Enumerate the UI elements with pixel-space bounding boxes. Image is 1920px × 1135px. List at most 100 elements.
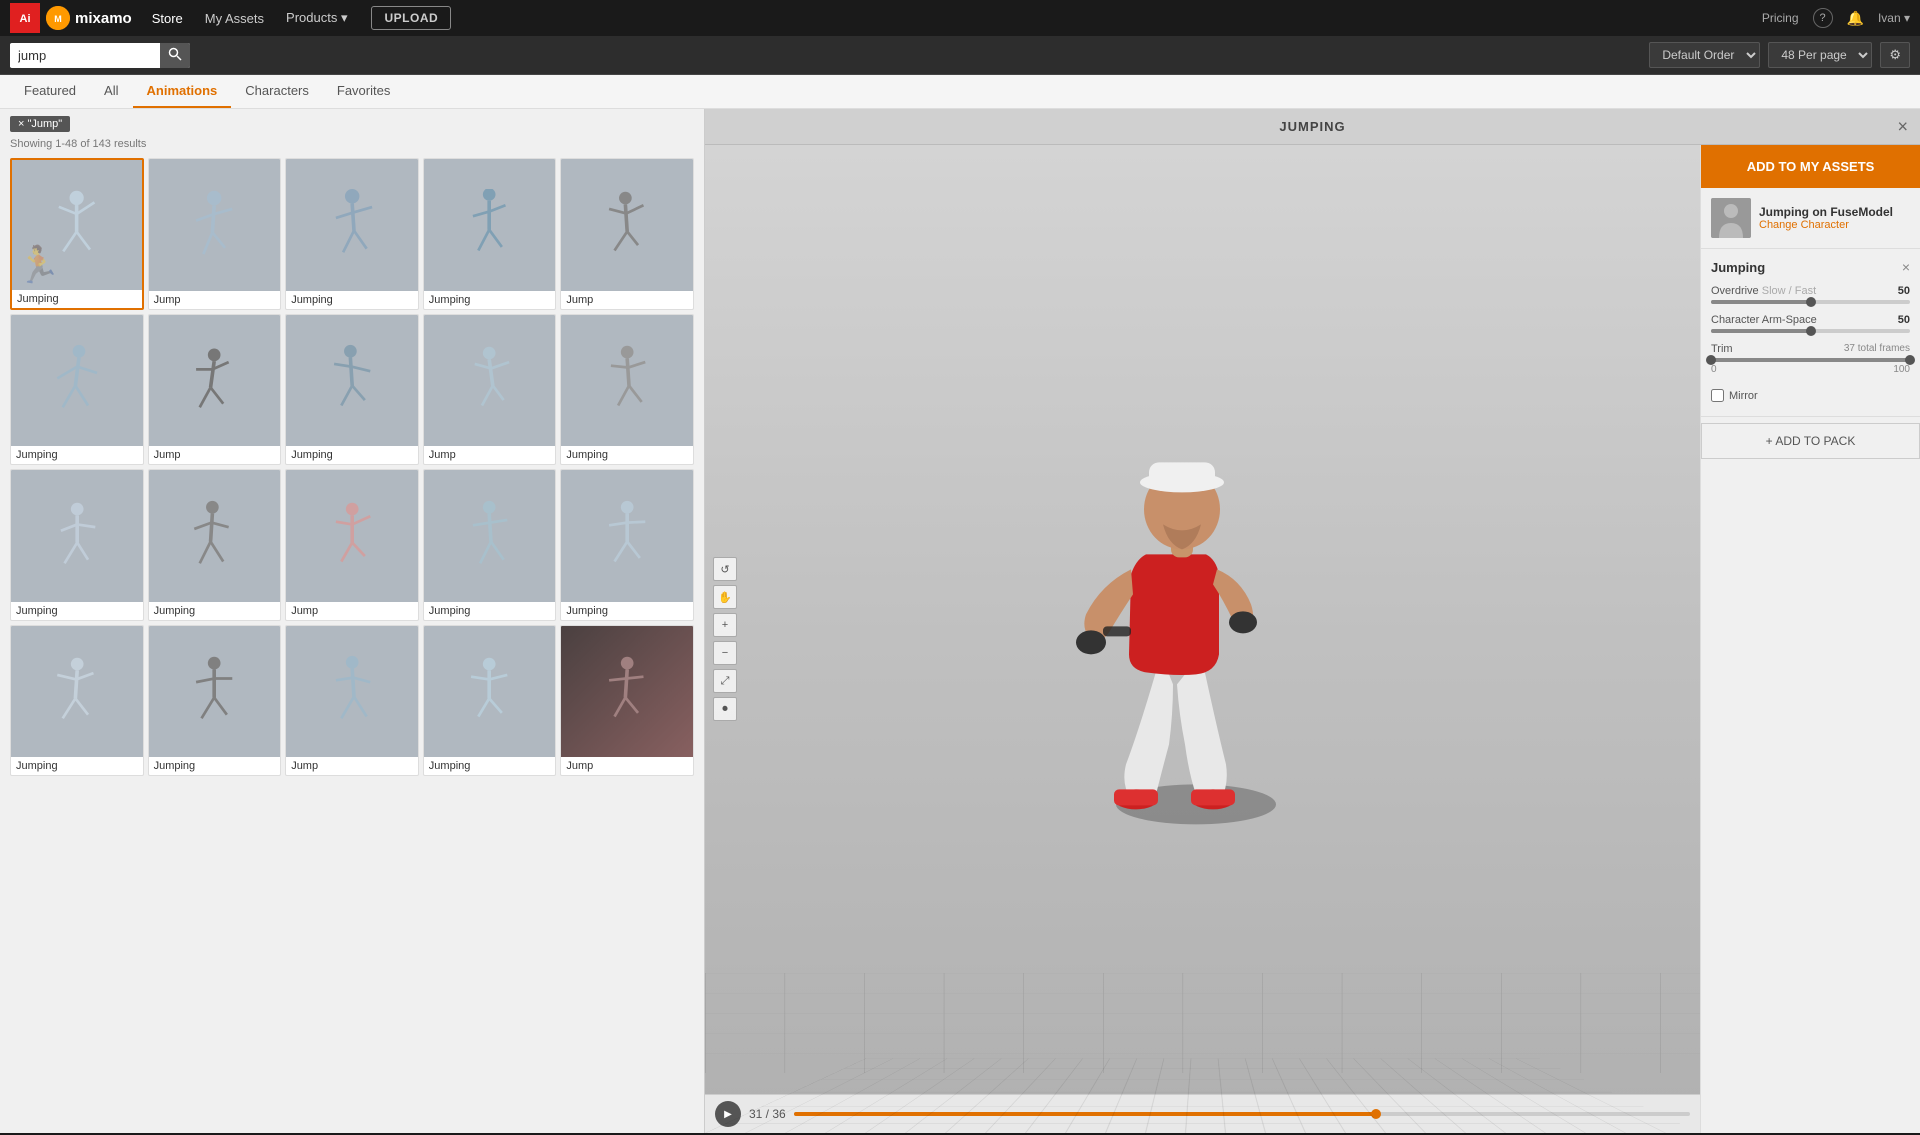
nav-my-assets[interactable]: My Assets: [195, 5, 274, 32]
mixamo-text: mixamo: [75, 10, 132, 27]
tab-all[interactable]: All: [90, 75, 132, 108]
pricing-link[interactable]: Pricing: [1762, 11, 1799, 25]
nav-products[interactable]: Products ▾: [276, 4, 357, 32]
anim-thumb: [561, 470, 693, 602]
anim-card[interactable]: Jumping: [560, 314, 694, 466]
nav-right: Pricing ? 🔔 Ivan ▾: [1762, 8, 1910, 28]
mixamo-icon: M: [46, 6, 70, 30]
animation-settings: Jumping × Overdrive Slow / Fast 50: [1701, 249, 1920, 417]
overdrive-handle[interactable]: [1806, 297, 1816, 307]
zoom-out-tool-button[interactable]: −: [713, 641, 737, 665]
upload-button[interactable]: UPLOAD: [371, 6, 451, 30]
nav-store[interactable]: Store: [142, 5, 193, 32]
anim-card[interactable]: Jumping: [10, 625, 144, 777]
anim-card[interactable]: Jump: [148, 158, 282, 310]
trim-max-label: 100: [1893, 364, 1910, 375]
zoom-in-tool-button[interactable]: +: [713, 613, 737, 637]
anim-card[interactable]: Jumping: [148, 625, 282, 777]
jumping-character: [1041, 384, 1321, 844]
tab-featured[interactable]: Featured: [10, 75, 90, 108]
anim-card[interactable]: Jumping: [423, 158, 557, 310]
anim-label: Jumping: [561, 446, 693, 464]
overdrive-setting: Overdrive Slow / Fast 50: [1711, 285, 1910, 304]
anim-card[interactable]: Jumping: [10, 469, 144, 621]
anim-card[interactable]: Jumping: [285, 158, 419, 310]
play-button[interactable]: ▶: [715, 1101, 741, 1127]
trim-left-handle[interactable]: [1706, 355, 1716, 365]
anim-card[interactable]: Jumping: [148, 469, 282, 621]
trim-setting: Trim 37 total frames 0 100: [1711, 343, 1910, 375]
animation-title: Jumping: [1711, 260, 1765, 275]
anim-label: Jumping: [424, 757, 556, 775]
anim-thumb: [149, 626, 281, 758]
anim-label: Jump: [424, 446, 556, 464]
pan-tool-button[interactable]: ✋: [713, 585, 737, 609]
tab-animations[interactable]: Animations: [133, 75, 232, 108]
main-nav: Store My Assets Products ▾: [142, 4, 358, 32]
help-icon[interactable]: ?: [1813, 8, 1833, 28]
anim-thumb: [424, 315, 556, 447]
anim-label: Jumping: [11, 602, 143, 620]
grid-settings-button[interactable]: ⚙: [1880, 42, 1910, 68]
sort-select[interactable]: Default Order: [1649, 42, 1760, 68]
anim-card[interactable]: Jump: [560, 158, 694, 310]
svg-text:Ai: Ai: [20, 13, 31, 25]
close-preview-button[interactable]: ×: [1897, 116, 1908, 137]
anim-label: Jumping: [12, 290, 142, 308]
anim-thumb: [149, 159, 281, 291]
anim-card[interactable]: Jumping: [560, 469, 694, 621]
mirror-label[interactable]: Mirror: [1729, 390, 1758, 402]
arm-space-slider[interactable]: [1711, 329, 1910, 333]
close-settings-button[interactable]: ×: [1902, 259, 1910, 275]
anim-card[interactable]: Jump: [285, 469, 419, 621]
anim-card[interactable]: Jump: [285, 625, 419, 777]
notifications-icon[interactable]: 🔔: [1847, 10, 1864, 27]
progress-handle[interactable]: [1371, 1109, 1381, 1119]
trim-slider[interactable]: [1711, 358, 1910, 362]
adobe-logo: Ai: [10, 3, 40, 33]
search-input[interactable]: [10, 44, 160, 67]
3d-viewport[interactable]: ↺ ✋ + − ⤢ ⏺ ▶ 31 / 36: [705, 145, 1700, 1133]
arm-space-handle[interactable]: [1806, 326, 1816, 336]
mixamo-logo: M mixamo: [46, 6, 132, 30]
arm-space-label: Character Arm-Space 50: [1711, 314, 1910, 326]
overdrive-slider[interactable]: [1711, 300, 1910, 304]
add-to-assets-button[interactable]: ADD TO MY ASSETS: [1701, 145, 1920, 188]
tab-favorites[interactable]: Favorites: [323, 75, 404, 108]
anim-label: Jump: [561, 291, 693, 309]
anim-card[interactable]: Jumping: [10, 314, 144, 466]
anim-card[interactable]: 🏃 Jumping: [10, 158, 144, 310]
add-to-pack-button[interactable]: + ADD TO PACK: [1701, 423, 1920, 459]
change-character-link[interactable]: Change Character: [1759, 219, 1893, 231]
viewport-tools: ↺ ✋ + − ⤢ ⏺: [713, 557, 737, 721]
character-info: Jumping on FuseModel Change Character: [1701, 188, 1920, 249]
person-icon: 🏃: [16, 244, 61, 286]
anim-label: Jumping: [286, 291, 418, 309]
tab-characters[interactable]: Characters: [231, 75, 323, 108]
fit-tool-button[interactable]: ⤢: [713, 669, 737, 693]
search-button[interactable]: [160, 43, 190, 68]
overdrive-label: Overdrive Slow / Fast 50: [1711, 285, 1910, 297]
anim-thumb: [149, 470, 281, 602]
user-menu[interactable]: Ivan ▾: [1878, 11, 1910, 25]
anim-card[interactable]: Jumping: [285, 314, 419, 466]
trim-right-handle[interactable]: [1905, 355, 1915, 365]
anim-label: Jump: [149, 291, 281, 309]
anim-card[interactable]: Jump: [423, 314, 557, 466]
anim-card[interactable]: Jumping: [423, 469, 557, 621]
anim-thumb: [286, 315, 418, 447]
anim-thumb: [424, 626, 556, 758]
trim-label: Trim 37 total frames: [1711, 343, 1910, 355]
per-page-select[interactable]: 48 Per page: [1768, 42, 1872, 68]
mirror-checkbox[interactable]: [1711, 389, 1724, 402]
filter-tag[interactable]: × "Jump": [10, 116, 70, 132]
rotate-tool-button[interactable]: ↺: [713, 557, 737, 581]
filter-tag-text: × "Jump": [18, 118, 62, 130]
anim-card[interactable]: Jump: [560, 625, 694, 777]
anim-card[interactable]: Jump: [148, 314, 282, 466]
sidebar: ADD TO MY ASSETS Jumping on FuseModel Ch…: [1700, 145, 1920, 1133]
record-tool-button[interactable]: ⏺: [713, 697, 737, 721]
trim-min-label: 0: [1711, 364, 1717, 375]
progress-bar[interactable]: [794, 1112, 1690, 1116]
anim-card[interactable]: Jumping: [423, 625, 557, 777]
